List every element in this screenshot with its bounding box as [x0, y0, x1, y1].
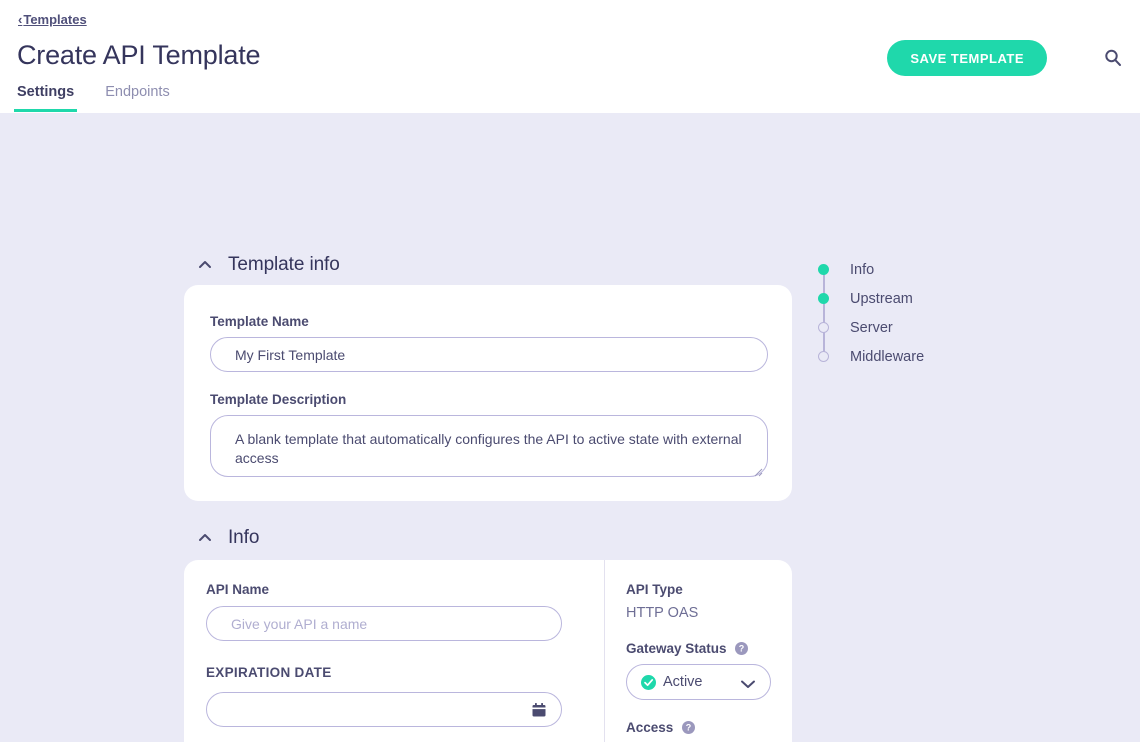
- chevron-down-icon: [740, 677, 756, 687]
- svg-text:?: ?: [739, 644, 745, 654]
- help-circle-icon[interactable]: ?: [682, 721, 695, 734]
- template-info-card: Template Name Template Description A bla…: [184, 285, 792, 501]
- api-name-input[interactable]: [206, 606, 562, 641]
- stepper-item-label: Server: [850, 320, 893, 336]
- stepper-item-server[interactable]: Server: [818, 313, 924, 342]
- access-label-row: Access ?: [626, 719, 695, 737]
- section-header-info[interactable]: Info: [196, 527, 259, 549]
- gateway-status-select[interactable]: Active: [626, 664, 771, 700]
- template-description-label: Template Description: [210, 392, 346, 407]
- gateway-status-label-row: Gateway Status ?: [626, 640, 748, 658]
- tab-settings[interactable]: Settings: [14, 84, 77, 112]
- chevron-up-icon: [196, 529, 214, 547]
- help-circle-icon[interactable]: ?: [735, 642, 748, 655]
- stepper-item-label: Info: [850, 262, 874, 278]
- stepper-item-label: Middleware: [850, 349, 924, 365]
- chevron-up-icon: [196, 256, 214, 274]
- template-description-textarea[interactable]: A blank template that automatically conf…: [210, 415, 768, 477]
- check-circle-icon: [641, 675, 656, 690]
- breadcrumb-back-link[interactable]: ‹ Templates: [18, 12, 87, 27]
- gateway-status-label: Gateway Status: [626, 641, 727, 656]
- stepper-item-label: Upstream: [850, 291, 913, 307]
- content-area: Template info Template Name Template Des…: [0, 113, 1140, 742]
- save-template-button[interactable]: SAVE TEMPLATE: [887, 40, 1047, 76]
- tab-endpoints[interactable]: Endpoints: [102, 84, 173, 112]
- info-card: API Name EXPIRATION DATE API Type HTTP O…: [184, 560, 792, 742]
- breadcrumb-label: Templates: [23, 12, 86, 27]
- step-dot-hollow-icon: [818, 351, 829, 362]
- section-title: Info: [228, 527, 259, 549]
- step-dot-filled-icon: [818, 293, 829, 304]
- section-header-template-info[interactable]: Template info: [196, 254, 340, 276]
- template-name-label: Template Name: [210, 314, 309, 329]
- tab-bar: Settings Endpoints: [14, 84, 173, 112]
- step-dot-hollow-icon: [818, 322, 829, 333]
- template-description-value: A blank template that automatically conf…: [235, 431, 742, 466]
- api-name-label: API Name: [206, 582, 269, 597]
- stepper-item-info[interactable]: Info: [818, 255, 924, 284]
- search-icon[interactable]: [1103, 48, 1123, 68]
- section-title: Template info: [228, 254, 340, 276]
- stepper-item-middleware[interactable]: Middleware: [818, 342, 924, 371]
- step-dot-filled-icon: [818, 264, 829, 275]
- chevron-left-icon: ‹: [18, 12, 22, 27]
- resize-handle-icon[interactable]: [753, 463, 763, 473]
- card-divider: [604, 560, 605, 742]
- stepper-item-upstream[interactable]: Upstream: [818, 284, 924, 313]
- access-label: Access: [626, 720, 673, 735]
- expiration-date-label: EXPIRATION DATE: [206, 665, 332, 680]
- page-title: Create API Template: [17, 40, 260, 71]
- progress-stepper: Info Upstream Server Middleware: [818, 255, 924, 371]
- stepper-connector-line: [823, 269, 825, 357]
- expiration-date-input[interactable]: [206, 692, 562, 727]
- template-name-input[interactable]: [210, 337, 768, 372]
- calendar-icon[interactable]: [532, 703, 546, 717]
- gateway-status-value: Active: [663, 674, 740, 690]
- app-header: ‹ Templates Create API Template Settings…: [0, 0, 1140, 113]
- api-type-label: API Type: [626, 582, 683, 597]
- svg-text:?: ?: [686, 723, 692, 733]
- api-type-value: HTTP OAS: [626, 605, 698, 621]
